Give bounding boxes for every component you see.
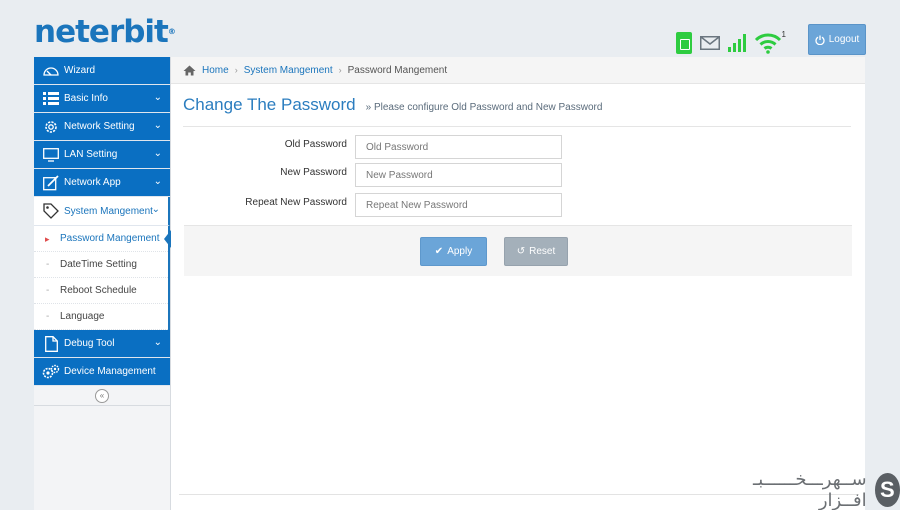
watermark: ســهرـــخــــــبـ افــزار S [742,469,900,510]
repeat-password-label: Repeat New Password [245,197,347,208]
list-icon [42,91,60,107]
edit-icon [42,174,60,191]
sidebar-item-label: Basic Info [64,93,108,104]
system-mangement-submenu: Password Mangement DateTime Setting Rebo… [34,226,171,330]
selection-notch [164,230,171,248]
breadcrumb-current-page: Password Mangement [347,64,448,76]
repeat-password-row: Repeat New Password [183,193,683,217]
reset-button[interactable]: ↺ Reset [504,237,568,266]
sidebar-item-label: LAN Setting [64,149,118,160]
gears-icon [42,364,60,380]
check-icon: ✔ [434,246,444,257]
old-password-label: Old Password [284,139,347,150]
sidebar-item-label: Network App [64,177,121,188]
main-content: Home › System Mangement › Password Mange… [171,57,865,510]
chevron-down-icon: ⌄ [153,120,162,131]
page-subtitle: » Please configure Old Password and New … [365,102,603,113]
submenu-item-datetime-setting[interactable]: DateTime Setting [34,252,168,278]
sidebar-item-device-management[interactable]: Device Management [34,358,170,386]
sidebar-item-label: System Mangement [64,205,153,217]
sidebar-item-basic-info[interactable]: Basic Info ⌄ [34,85,170,113]
watermark-text: ســهرـــخــــــبـ افــزار [752,469,867,510]
new-password-field[interactable] [355,163,562,187]
reset-label: Reset [529,246,556,257]
collapse-sidebar-icon[interactable]: « [95,388,109,403]
sidebar-item-debug-tool[interactable]: Debug Tool ⌄ [34,330,170,358]
breadcrumb-separator: › [338,65,342,75]
gear-icon [42,119,60,135]
sidebar-item-lan-setting[interactable]: LAN Setting ⌄ [34,141,170,169]
mail-icon[interactable] [700,36,720,50]
chevron-down-icon: ⌄ [151,204,160,215]
form-actions: ✔ Apply ↺ Reset [184,225,852,276]
wifi-icon[interactable]: 1 [754,30,786,54]
submenu-item-label: DateTime Setting [60,259,137,270]
monitor-icon [42,147,60,163]
sidebar: Wizard Basic Info ⌄ Network Setting ⌄ LA… [34,57,171,510]
breadcrumb: Home › System Mangement › Password Mange… [171,57,865,84]
page-title: Change The Password [183,95,356,114]
sidebar-item-label: Device Management [64,366,156,377]
undo-icon: ↺ [516,246,526,257]
old-password-field[interactable] [355,135,562,159]
file-icon [42,335,60,352]
chevron-down-icon: ⌄ [153,337,162,348]
old-password-row: Old Password [183,135,683,159]
apply-button[interactable]: ✔ Apply [420,237,487,266]
chevron-down-icon: ⌄ [153,148,162,159]
sidebar-item-network-setting[interactable]: Network Setting ⌄ [34,113,170,141]
sim-card-icon[interactable] [676,32,692,54]
logout-button[interactable]: Logout [808,24,866,55]
power-icon [815,35,825,45]
sidebar-item-label: Wizard [64,65,96,76]
chevron-down-icon: ⌄ [153,92,162,103]
tag-icon [42,203,60,219]
submenu-item-language[interactable]: Language [34,304,168,330]
status-icons: 1 [676,28,786,54]
submenu-item-reboot-schedule[interactable]: Reboot Schedule [34,278,168,304]
wifi-client-count: 1 [781,30,786,39]
brand-logo-text: neterbit [34,14,169,50]
submenu-item-label: Reboot Schedule [60,285,137,296]
sidebar-item-wizard[interactable]: Wizard [34,57,170,85]
sidebar-collapse-bar: « [34,386,170,406]
submenu-item-password-mangement[interactable]: Password Mangement [34,226,171,252]
new-password-row: New Password [183,163,683,187]
header: neterbit® 1 Logout [0,0,900,57]
chevron-down-icon: ⌄ [153,176,162,187]
repeat-password-field[interactable] [355,193,562,217]
registered-mark: ® [167,27,176,36]
sidebar-item-label: Network Setting [64,121,135,132]
page-header: Change The Password » Please configure O… [183,95,851,127]
breadcrumb-separator: › [234,65,238,75]
new-password-label: New Password [280,167,347,178]
submenu-item-label: Language [60,311,105,322]
speedometer-icon [42,63,60,79]
sidebar-item-label: Debug Tool [64,338,115,349]
home-icon [183,65,196,75]
sidebar-item-network-app[interactable]: Network App ⌄ [34,169,170,197]
breadcrumb-section-link[interactable]: System Mangement [244,65,333,76]
logout-label: Logout [828,34,860,45]
brand-logo[interactable]: neterbit® [34,12,176,52]
sidebar-item-system-mangement[interactable]: System Mangement ⌄ [34,197,170,226]
apply-label: Apply [447,246,473,257]
breadcrumb-home-link[interactable]: Home [202,65,229,76]
signal-strength-icon[interactable] [728,34,746,52]
submenu-item-label: Password Mangement [60,233,160,244]
watermark-logo-icon: S [874,473,900,507]
